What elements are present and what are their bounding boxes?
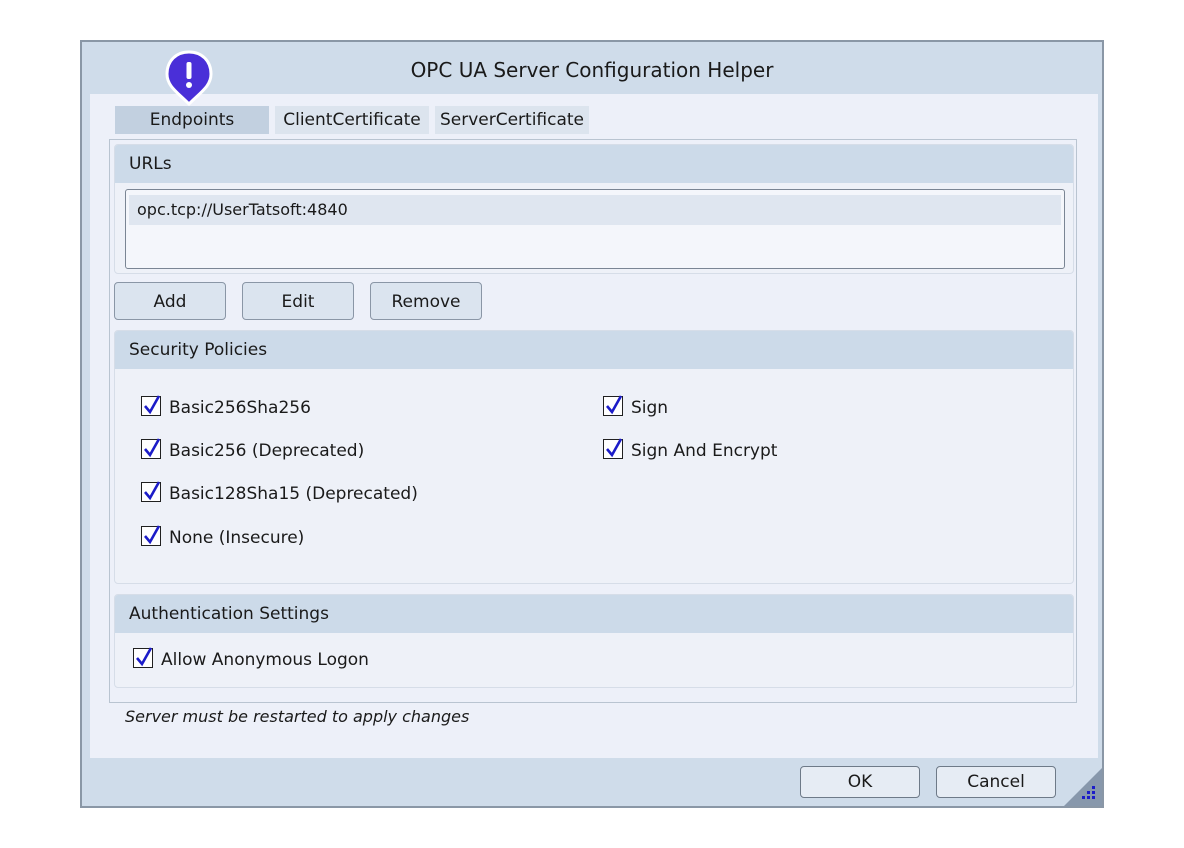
checkbox-label: None (Insecure) bbox=[169, 528, 305, 548]
dialog-client-area: Endpoints ClientCertificate ServerCertif… bbox=[90, 94, 1098, 758]
dialog-window: OPC UA Server Configuration Helper Endpo… bbox=[80, 40, 1104, 808]
urls-header: URLs bbox=[115, 145, 1073, 183]
checkbox-checked-icon[interactable] bbox=[141, 438, 161, 459]
checkbox-checked-icon[interactable] bbox=[141, 525, 161, 546]
dialog-title: OPC UA Server Configuration Helper bbox=[82, 42, 1102, 94]
cancel-button[interactable]: Cancel bbox=[936, 766, 1056, 798]
security-policies-header: Security Policies bbox=[115, 331, 1073, 369]
checkbox-checked-icon[interactable] bbox=[141, 481, 161, 502]
checkbox-basic256[interactable]: Basic256 (Deprecated) bbox=[141, 438, 364, 464]
checkbox-checked-icon[interactable] bbox=[603, 395, 623, 416]
url-list-item[interactable]: opc.tcp://UserTatsoft:4840 bbox=[129, 195, 1061, 225]
checkbox-label: Basic128Sha15 (Deprecated) bbox=[169, 484, 418, 504]
checkbox-basic128sha15[interactable]: Basic128Sha15 (Deprecated) bbox=[141, 481, 418, 507]
restart-note: Server must be restarted to apply change… bbox=[125, 707, 470, 726]
remove-url-button[interactable]: Remove bbox=[370, 282, 482, 320]
checkbox-label: Basic256Sha256 bbox=[169, 398, 311, 418]
checkbox-allow-anonymous-logon[interactable]: Allow Anonymous Logon bbox=[133, 647, 369, 673]
exclamation-pin-icon bbox=[165, 50, 213, 107]
checkbox-sign-and-encrypt[interactable]: Sign And Encrypt bbox=[603, 438, 777, 464]
authentication-settings-group: Authentication Settings Allow Anonymous … bbox=[114, 594, 1074, 688]
add-url-button[interactable]: Add bbox=[114, 282, 226, 320]
tab-client-certificate[interactable]: ClientCertificate bbox=[275, 106, 429, 134]
ok-button[interactable]: OK bbox=[800, 766, 920, 798]
checkbox-checked-icon[interactable] bbox=[133, 647, 153, 668]
checkbox-label: Basic256 (Deprecated) bbox=[169, 441, 365, 461]
checkbox-label: Allow Anonymous Logon bbox=[161, 650, 369, 670]
endpoints-tab-panel: URLs opc.tcp://UserTatsoft:4840 Add Edit… bbox=[109, 139, 1077, 703]
security-policies-group: Security Policies Basic256Sha256 Basic25… bbox=[114, 330, 1074, 584]
urls-group: URLs opc.tcp://UserTatsoft:4840 bbox=[114, 144, 1074, 274]
tab-endpoints[interactable]: Endpoints bbox=[115, 106, 269, 134]
checkbox-basic256sha256[interactable]: Basic256Sha256 bbox=[141, 395, 311, 421]
checkbox-checked-icon[interactable] bbox=[141, 395, 161, 416]
resize-grip-icon[interactable] bbox=[1064, 768, 1102, 806]
url-list[interactable]: opc.tcp://UserTatsoft:4840 bbox=[125, 189, 1065, 269]
checkbox-label: Sign And Encrypt bbox=[631, 441, 778, 461]
edit-url-button[interactable]: Edit bbox=[242, 282, 354, 320]
authentication-settings-header: Authentication Settings bbox=[115, 595, 1073, 633]
checkbox-none-insecure[interactable]: None (Insecure) bbox=[141, 525, 304, 551]
checkbox-checked-icon[interactable] bbox=[603, 438, 623, 459]
tab-server-certificate[interactable]: ServerCertificate bbox=[435, 106, 589, 134]
checkbox-label: Sign bbox=[631, 398, 669, 418]
checkbox-sign[interactable]: Sign bbox=[603, 395, 668, 421]
